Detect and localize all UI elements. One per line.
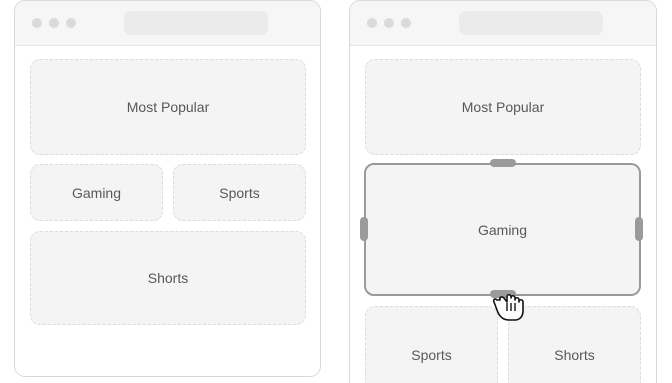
tile-gaming[interactable]: Gaming bbox=[30, 164, 163, 221]
tile-label: Gaming bbox=[477, 221, 528, 238]
tile-label: Most Popular bbox=[461, 99, 545, 115]
tile-label: Sports bbox=[219, 184, 260, 201]
resize-handle-left[interactable] bbox=[360, 217, 368, 241]
tile-gaming-selected[interactable]: Gaming bbox=[364, 163, 641, 296]
window-dot-minimize[interactable] bbox=[384, 18, 394, 28]
window-dot-maximize[interactable] bbox=[401, 18, 411, 28]
address-bar[interactable] bbox=[459, 11, 603, 35]
tile-label: Shorts bbox=[554, 347, 595, 363]
window-dot-close[interactable] bbox=[32, 18, 42, 28]
tile-most-popular[interactable]: Most Popular bbox=[30, 59, 306, 155]
layout-editor-comparison: Most Popular Gaming Sports Shorts Most P… bbox=[0, 0, 672, 383]
tile-label: Gaming bbox=[71, 184, 122, 201]
window-dot-close[interactable] bbox=[367, 18, 377, 28]
window-dot-maximize[interactable] bbox=[66, 18, 76, 28]
tile-sports[interactable]: Sports bbox=[173, 164, 306, 221]
resize-handle-top[interactable] bbox=[490, 159, 516, 167]
tile-shorts[interactable]: Shorts bbox=[30, 231, 306, 325]
grab-hand-icon bbox=[492, 293, 524, 321]
tile-sports[interactable]: Sports bbox=[365, 306, 498, 383]
browser-window-before: Most Popular Gaming Sports Shorts bbox=[14, 0, 321, 377]
tile-label: Sports bbox=[411, 347, 452, 363]
tile-label: Shorts bbox=[147, 270, 189, 286]
tile-label: Most Popular bbox=[126, 99, 210, 115]
resize-handle-right[interactable] bbox=[635, 217, 643, 241]
window-titlebar bbox=[350, 1, 656, 46]
tile-most-popular[interactable]: Most Popular bbox=[365, 59, 641, 155]
window-titlebar bbox=[15, 1, 320, 46]
window-dot-minimize[interactable] bbox=[49, 18, 59, 28]
address-bar[interactable] bbox=[124, 11, 268, 35]
